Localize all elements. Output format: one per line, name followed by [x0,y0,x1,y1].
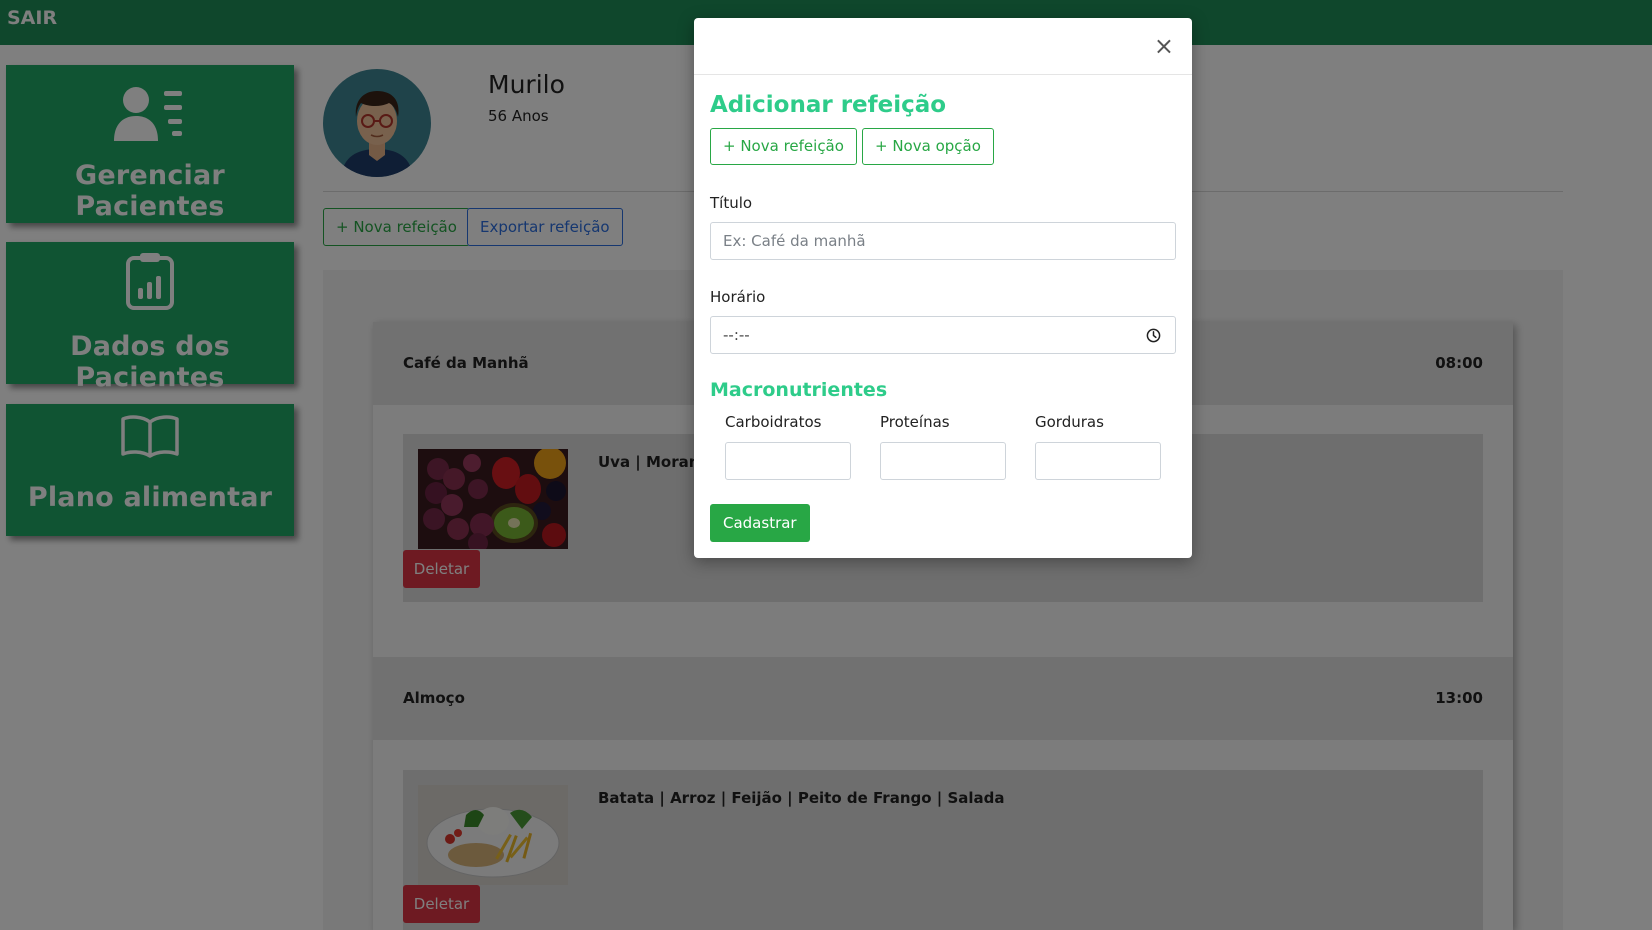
modal-title: Adicionar refeição [710,92,947,118]
carbs-input[interactable] [725,442,851,480]
close-icon[interactable]: × [1154,34,1174,58]
new-meal-modal-button[interactable]: + Nova refeição [710,128,857,165]
time-input[interactable]: --:-- [710,316,1176,354]
fat-input[interactable] [1035,442,1161,480]
fat-label: Gorduras [1035,413,1104,431]
modal-header: × [694,18,1192,75]
time-value: --:-- [723,326,750,344]
macros-heading: Macronutrientes [710,379,888,401]
carbs-label: Carboidratos [725,413,822,431]
new-option-button[interactable]: + Nova opção [862,128,994,165]
protein-input[interactable] [880,442,1006,480]
time-label: Horário [710,288,766,306]
submit-button[interactable]: Cadastrar [710,504,810,542]
title-label: Título [710,194,753,212]
title-input[interactable] [710,222,1176,260]
clock-icon[interactable] [1146,328,1161,343]
protein-label: Proteínas [880,413,950,431]
add-meal-modal: × Adicionar refeição + Nova refeição + N… [694,18,1192,558]
